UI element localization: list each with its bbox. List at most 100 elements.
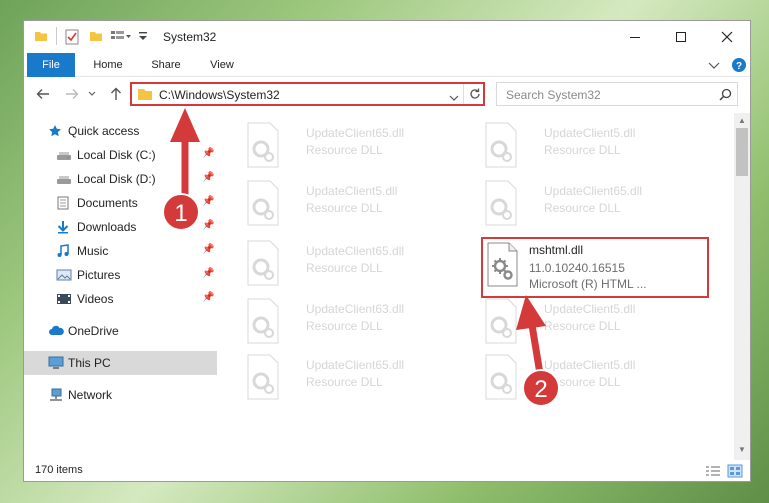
pin-icon[interactable]: 📌 — [202, 292, 214, 303]
file-type: Resource DLL — [544, 201, 621, 215]
sidebar-item-label: Pictures — [77, 268, 121, 282]
chevron-down-icon[interactable] — [449, 91, 459, 105]
search-input[interactable]: Search System32 — [496, 82, 738, 106]
tab-share[interactable]: Share — [142, 53, 190, 77]
address-row: C:\Windows\System32 Search System32 — [24, 77, 750, 111]
file-item[interactable]: UpdateClient5.dll Resource DLL — [482, 121, 712, 173]
close-button[interactable] — [704, 23, 750, 51]
sidebar-item-downloads[interactable]: Downloads 📌 — [24, 215, 217, 239]
status-bar: 170 items — [24, 461, 750, 481]
file-type: Resource DLL — [544, 319, 621, 333]
title-bar: System32 — [24, 21, 750, 53]
ribbon: File Home Share View ? — [24, 53, 750, 77]
help-icon[interactable]: ? — [731, 57, 747, 76]
file-item[interactable]: UpdateClient65.dll Resource DLL — [482, 179, 712, 231]
tab-view[interactable]: View — [198, 53, 246, 77]
file-name: UpdateClient65.dll — [306, 358, 405, 372]
large-icons-view-icon[interactable] — [727, 464, 743, 481]
customize-toolbar-icon[interactable] — [110, 29, 132, 46]
file-name: UpdateClient65.dll — [306, 126, 405, 140]
file-item[interactable]: UpdateClient5.dll Resource DLL — [482, 297, 712, 349]
drive-icon — [56, 148, 71, 162]
mshtml-file-item[interactable]: mshtml.dll 11.0.10240.16515 Microsoft (R… — [485, 240, 705, 294]
refresh-icon[interactable] — [468, 87, 482, 104]
sidebar-item-label: Quick access — [68, 124, 140, 138]
back-button[interactable] — [33, 85, 53, 103]
details-view-icon[interactable] — [705, 465, 721, 481]
pin-icon[interactable]: 📌 — [202, 196, 214, 207]
dll-file-icon — [244, 297, 282, 345]
minimize-button[interactable] — [612, 23, 658, 51]
file-item[interactable]: UpdateClient5.dll Resource DLL — [244, 179, 474, 231]
computer-icon — [48, 356, 64, 370]
file-description: Microsoft (R) HTML ... — [529, 277, 647, 291]
sidebar-item-videos[interactable]: Videos 📌 — [24, 287, 217, 311]
file-name: UpdateClient63.dll — [306, 302, 405, 316]
dll-file-icon — [244, 121, 282, 169]
navigation-pane: Quick access Local Disk (C:) 📌 Local Dis… — [24, 113, 217, 453]
maximize-button[interactable] — [658, 23, 704, 51]
pin-icon[interactable]: 📌 — [202, 244, 214, 255]
sidebar-item-local-disk-c[interactable]: Local Disk (C:) 📌 — [24, 143, 217, 167]
file-type: Resource DLL — [306, 375, 383, 389]
dll-file-icon — [482, 121, 520, 169]
tab-home[interactable]: Home — [84, 53, 132, 77]
sidebar-item-label: Downloads — [77, 220, 137, 234]
up-button[interactable] — [106, 85, 126, 103]
sidebar-item-label: Local Disk (D:) — [77, 172, 156, 186]
file-name: UpdateClient5.dll — [544, 302, 636, 316]
vertical-scrollbar[interactable]: ▲ ▼ — [734, 113, 750, 460]
file-type: Resource DLL — [306, 143, 383, 157]
pin-icon[interactable]: 📌 — [202, 220, 214, 231]
item-count: 170 items — [35, 464, 83, 476]
scroll-thumb[interactable] — [736, 128, 748, 176]
sidebar-item-local-disk-d[interactable]: Local Disk (D:) 📌 — [24, 167, 217, 191]
file-type: Resource DLL — [306, 201, 383, 215]
file-item[interactable]: UpdateClient65.dll Resource DLL — [244, 121, 474, 173]
dll-file-icon — [244, 179, 282, 227]
search-icon[interactable] — [719, 88, 732, 104]
dll-file-icon — [244, 239, 282, 287]
scroll-up-icon[interactable]: ▲ — [736, 115, 748, 127]
pictures-icon — [56, 268, 72, 282]
dropdown-arrow-icon[interactable] — [138, 30, 148, 45]
sidebar-item-network[interactable]: Network — [24, 383, 217, 407]
sidebar-item-label: Network — [68, 388, 113, 402]
sidebar-item-music[interactable]: Music 📌 — [24, 239, 217, 263]
file-item[interactable]: UpdateClient63.dll Resource DLL — [244, 297, 474, 349]
file-version: 11.0.10240.16515 — [529, 261, 625, 275]
sidebar-item-label: Videos — [77, 292, 114, 306]
expand-ribbon-icon[interactable] — [708, 59, 720, 73]
sidebar-item-quick-access[interactable]: Quick access — [24, 119, 217, 143]
file-type: Resource DLL — [544, 375, 621, 389]
pin-icon[interactable]: 📌 — [202, 148, 214, 159]
recent-locations-button[interactable] — [86, 85, 98, 103]
file-name: UpdateClient65.dll — [306, 244, 405, 258]
sidebar-item-documents[interactable]: Documents 📌 — [24, 191, 217, 215]
file-type: Resource DLL — [544, 143, 621, 157]
sidebar-item-this-pc[interactable]: This PC — [24, 351, 217, 375]
tab-file[interactable]: File — [27, 53, 75, 77]
new-folder-icon[interactable] — [89, 29, 103, 46]
address-bar[interactable]: C:\Windows\System32 — [130, 82, 485, 106]
pin-icon[interactable]: 📌 — [202, 268, 214, 279]
pin-icon[interactable]: 📌 — [202, 172, 214, 183]
folder-icon — [34, 29, 48, 46]
file-item[interactable]: UpdateClient65.dll Resource DLL — [244, 353, 474, 405]
file-item[interactable]: UpdateClient65.dll Resource DLL — [244, 239, 474, 291]
sidebar-item-label: Local Disk (C:) — [77, 148, 156, 162]
scroll-down-icon[interactable]: ▼ — [736, 444, 748, 456]
star-icon — [48, 124, 62, 138]
forward-button[interactable] — [62, 85, 82, 103]
file-item[interactable]: UpdateClient5.dll Resource DLL — [482, 353, 712, 405]
videos-icon — [56, 292, 71, 306]
sidebar-item-label: Documents — [77, 196, 138, 210]
properties-icon[interactable] — [65, 29, 79, 48]
sidebar-item-label: OneDrive — [68, 324, 119, 338]
svg-text:?: ? — [736, 61, 742, 72]
sidebar-item-pictures[interactable]: Pictures 📌 — [24, 263, 217, 287]
file-name: UpdateClient5.dll — [306, 184, 398, 198]
network-icon — [48, 388, 62, 402]
sidebar-item-onedrive[interactable]: OneDrive — [24, 319, 217, 343]
file-explorer-window: System32 File Home Share View ? C:\Windo… — [23, 20, 751, 482]
